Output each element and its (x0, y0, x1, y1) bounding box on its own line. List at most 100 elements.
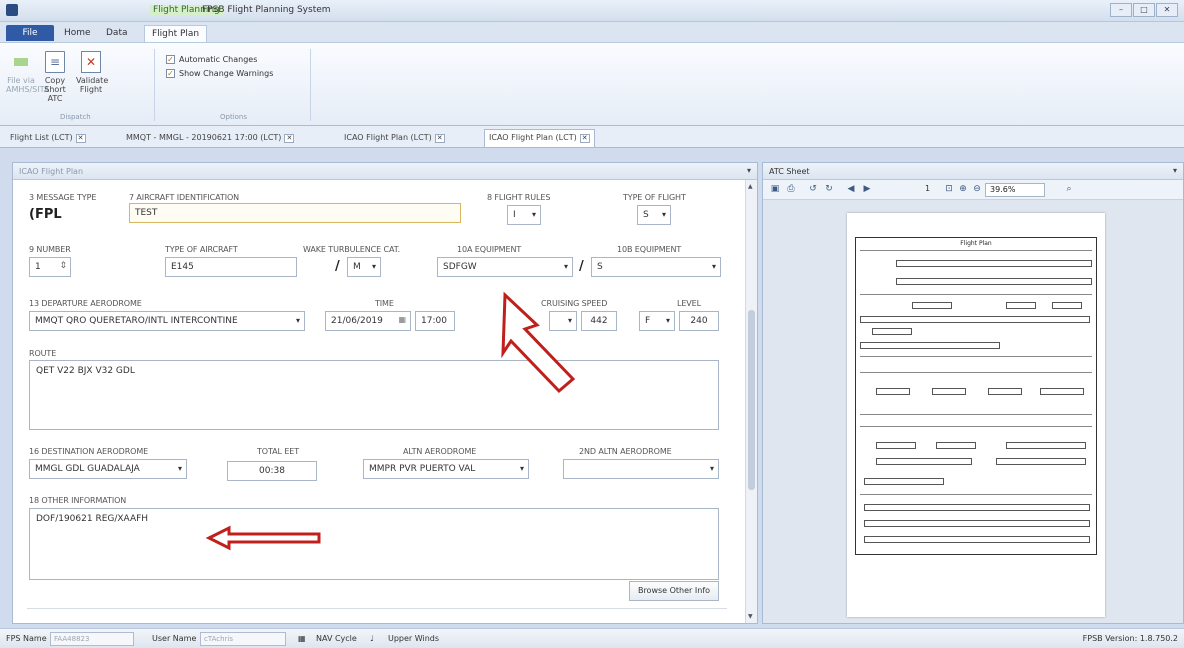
separator-slash: / (579, 259, 584, 274)
doc-tab-flight-list[interactable]: Flight List (LCT) ✕ (6, 130, 90, 148)
departure-time-field[interactable]: 17:00 (415, 311, 455, 331)
page-number[interactable]: 1 (925, 184, 930, 193)
form-box (864, 504, 1090, 511)
send-arrow-icon (11, 51, 31, 73)
equipment-10b-select[interactable]: S (591, 257, 721, 277)
checkbox-checked-icon[interactable]: ✓ (166, 55, 175, 64)
other-info-label: 18 OTHER INFORMATION (29, 496, 127, 505)
maximize-button[interactable]: □ (1133, 3, 1155, 17)
equipment-10a-select[interactable]: SDFGW (437, 257, 573, 277)
upper-winds-button[interactable]: Upper Winds (388, 634, 439, 643)
copy-document-icon (45, 51, 65, 73)
user-name-select[interactable]: cTAchris (200, 632, 286, 646)
form-box (1040, 388, 1084, 395)
number-stepper[interactable]: 1 (29, 257, 71, 277)
automatic-changes-option[interactable]: ✓ Automatic Changes (166, 55, 257, 64)
window-title: FPSB Flight Planning System (202, 5, 331, 15)
level-field[interactable]: 240 (679, 311, 719, 331)
form-rule (860, 414, 1092, 415)
show-change-warnings-option[interactable]: ✓ Show Change Warnings (166, 69, 273, 78)
form-rule (860, 250, 1092, 251)
wake-turbulence-select[interactable]: M (347, 257, 381, 277)
next-page-icon[interactable]: ▶ (861, 184, 873, 195)
flight-rules-select[interactable]: I (507, 205, 541, 225)
rotate-left-icon[interactable]: ↺ (807, 184, 819, 195)
doc-tab-icao-plan-2[interactable]: ICAO Flight Plan (LCT) ✕ (484, 129, 595, 147)
close-tab-icon[interactable]: ✕ (284, 134, 295, 143)
title-bar: Flight Planning FPSB Flight Planning Sys… (0, 0, 1184, 22)
minimize-button[interactable]: – (1110, 3, 1132, 17)
form-box (988, 388, 1022, 395)
annotation-arrow-left (205, 525, 321, 551)
tab-flight-plan[interactable]: Flight Plan (144, 25, 208, 42)
wake-turbulence-label: WAKE TURBULENCE CAT. (303, 245, 401, 254)
level-unit-select[interactable]: F (639, 311, 675, 331)
checkbox-checked-icon[interactable]: ✓ (166, 69, 175, 78)
copy-short-atc-button[interactable]: Copy Short ATC (40, 51, 70, 103)
doc-tab-icao-plan-1[interactable]: ICAO Flight Plan (LCT) ✕ (340, 130, 449, 148)
aircraft-id-field[interactable]: TEST (129, 203, 461, 223)
zoom-out-icon[interactable]: ⊖ (971, 184, 983, 195)
departure-date-picker[interactable]: 21/06/2019 (325, 311, 411, 331)
file-via-button[interactable]: File via AMHS/SITA (6, 51, 49, 94)
app-icon[interactable] (6, 4, 18, 16)
atc-pane-title: ATC Sheet (769, 167, 810, 176)
form-box (872, 328, 912, 335)
show-change-warnings-label: Show Change Warnings (179, 69, 274, 78)
vertical-scrollbar[interactable]: ▲ ▼ (745, 180, 757, 623)
tab-data[interactable]: Data (106, 28, 128, 38)
validate-flight-button[interactable]: Validate Flight (76, 51, 108, 94)
form-rule (860, 494, 1092, 495)
previous-page-icon[interactable]: ◀ (845, 184, 857, 195)
fps-name-label: FPS Name (6, 634, 47, 643)
total-eet-field[interactable]: 00:38 (227, 461, 317, 481)
print-icon[interactable]: ⎙ (785, 184, 797, 195)
flight-rules-label: 8 FLIGHT RULES (487, 193, 551, 202)
separator-slash: / (335, 259, 340, 274)
browse-other-info-button[interactable]: Browse Other Info (629, 581, 719, 601)
pane-dropdown-icon[interactable]: ▾ (1173, 166, 1177, 175)
close-tab-icon[interactable]: ✕ (579, 134, 590, 143)
save-icon[interactable]: ▣ (769, 184, 781, 195)
close-tab-icon[interactable]: ✕ (434, 134, 445, 143)
type-of-flight-select[interactable]: S (637, 205, 671, 225)
find-icon[interactable]: ⌕ (1063, 184, 1075, 195)
fit-page-icon[interactable]: ⊡ (943, 184, 955, 195)
other-info-textarea[interactable]: DOF/190621 REG/XAAFH (29, 508, 719, 580)
form-box (1006, 442, 1086, 449)
departure-aerodrome-select[interactable]: MMQT QRO QUERETARO/INTL INTERCONTINE (29, 311, 305, 331)
form-box (896, 260, 1092, 267)
ribbon: File via AMHS/SITA Copy Short ATC Valida… (0, 42, 1184, 126)
scroll-down-icon[interactable]: ▼ (748, 613, 753, 620)
form-box (876, 388, 910, 395)
form-box (912, 302, 952, 309)
annotation-arrow-up (501, 291, 576, 394)
time-label: TIME (375, 299, 394, 308)
group-label-options: Options (220, 113, 248, 121)
destination-select[interactable]: MMGL GDL GUADALAJA (29, 459, 187, 479)
close-button[interactable]: ✕ (1156, 3, 1178, 17)
route-textarea[interactable]: QET V22 BJX V32 GDL (29, 360, 719, 430)
fps-name-select[interactable]: FAA48823 (50, 632, 134, 646)
music-note-icon: ♩ (370, 634, 374, 643)
scroll-up-icon[interactable]: ▲ (748, 183, 753, 190)
form-box (936, 442, 976, 449)
form-box (1052, 302, 1082, 309)
sheet-viewer[interactable]: Flight Plan (763, 200, 1183, 623)
doc-tab-route[interactable]: MMQT - MMGL - 20190621 17:00 (LCT) ✕ (122, 130, 298, 148)
rotate-right-icon[interactable]: ↻ (823, 184, 835, 195)
close-tab-icon[interactable]: ✕ (75, 134, 86, 143)
second-altn-select[interactable] (563, 459, 719, 479)
tab-home[interactable]: Home (64, 28, 91, 38)
zoom-level-field[interactable]: 39.6% (985, 183, 1045, 197)
group-label-dispatch: Dispatch (60, 113, 91, 121)
zoom-in-icon[interactable]: ⊕ (957, 184, 969, 195)
file-menu-button[interactable]: File (6, 25, 54, 41)
grid-icon[interactable]: ▦ (298, 634, 306, 643)
nav-cycle-button[interactable]: NAV Cycle (316, 634, 357, 643)
aircraft-type-field[interactable]: E145 (165, 257, 297, 277)
altn-aerodrome-select[interactable]: MMPR PVR PUERTO VAL (363, 459, 529, 479)
scrollbar-thumb[interactable] (748, 310, 755, 490)
pane-dropdown-icon[interactable]: ▾ (747, 166, 751, 175)
number-label: 9 NUMBER (29, 245, 71, 254)
